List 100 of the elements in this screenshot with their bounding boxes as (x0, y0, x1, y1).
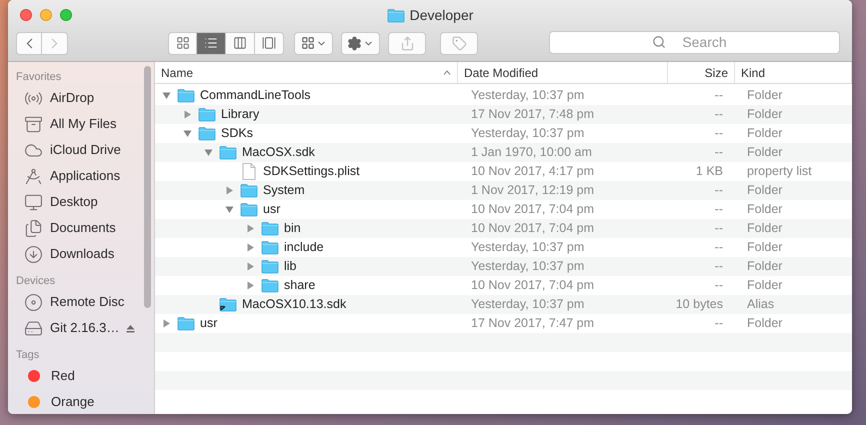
folder-icon (240, 202, 258, 217)
download-icon (24, 244, 43, 264)
column-header[interactable]: Name (155, 62, 458, 83)
file-name: Library (221, 106, 260, 124)
kind-cell-text: Folder (746, 277, 784, 294)
kind-cell-text: Folder (746, 182, 784, 200)
disc-icon (24, 292, 43, 312)
column-header[interactable]: Date Modified (458, 62, 668, 83)
zoom-button[interactable] (60, 9, 72, 21)
document-icon (242, 163, 256, 180)
sidebar-item[interactable]: Orange (51, 392, 94, 412)
kind-cell-text: Folder (746, 87, 784, 104)
alias-folder-icon (219, 297, 237, 312)
file-name: MacOSX.sdk (242, 144, 315, 162)
file-row[interactable]: System 1 Nov 2017, 12:19 pm -- Folder (155, 181, 852, 200)
column-header[interactable]: Size (668, 62, 735, 83)
file-row[interactable]: Library 17 Nov 2017, 7:48 pm -- Folder (155, 105, 852, 124)
back-button[interactable] (16, 32, 42, 54)
scrollbar[interactable] (144, 66, 151, 308)
arrange-menu-button[interactable] (294, 32, 333, 54)
column-header[interactable]: Kind (735, 62, 852, 83)
collapsed-triangle-icon[interactable] (246, 224, 255, 233)
collapsed-triangle-icon[interactable] (225, 186, 234, 195)
drive-icon (24, 318, 43, 338)
expanded-triangle-icon[interactable] (225, 205, 234, 214)
file-name: usr (263, 201, 280, 218)
documents-icon (24, 218, 43, 238)
date-cell-text: 10 Nov 2017, 7:04 pm (470, 277, 595, 294)
collapsed-triangle-icon[interactable] (246, 281, 255, 290)
file-row[interactable]: lib Yesterday, 10:37 pm -- Folder (155, 257, 852, 276)
kind-cell-text: Folder (746, 201, 784, 218)
columns-icon (233, 36, 247, 50)
kind-cell-text: Folder (746, 258, 784, 276)
sort-chevron-icon (443, 70, 451, 75)
collapsed-triangle-icon[interactable] (162, 319, 171, 328)
sidebar-item[interactable]: AirDrop (50, 88, 94, 108)
view-mode-button[interactable] (197, 32, 226, 54)
date-cell-text: 1 Jan 1970, 10:00 am (470, 144, 593, 162)
search-icon (652, 34, 666, 49)
tag-icon (452, 36, 466, 50)
close-button[interactable] (20, 9, 32, 21)
sidebar-item[interactable]: Git 2.16.3… (50, 318, 120, 338)
date-cell-text: 1 Nov 2017, 12:19 pm (470, 182, 595, 200)
gallery-icon (262, 36, 276, 50)
compass-icon (24, 166, 43, 186)
eject-icon[interactable] (126, 324, 136, 332)
size-cell-text: -- (714, 315, 724, 332)
collapsed-triangle-icon[interactable] (183, 110, 192, 119)
kind-cell-text: Folder (746, 315, 784, 332)
grid-icon (300, 36, 314, 50)
minimize-button[interactable] (40, 9, 52, 21)
folder-icon (177, 316, 195, 331)
folder-icon (261, 259, 279, 274)
date-cell-text: Yesterday, 10:37 pm (470, 239, 586, 256)
size-cell-text: -- (714, 201, 724, 218)
sidebar-section-title: Tags (16, 348, 40, 363)
sidebar-item[interactable]: Remote Disc (50, 292, 124, 312)
file-name: usr (200, 315, 218, 332)
folder-icon (198, 126, 216, 141)
folder-icon (198, 107, 216, 122)
file-row[interactable]: MacOSX10.13.sdk Yesterday, 10:37 pm 10 bytes Alias (155, 295, 852, 314)
expanded-triangle-icon[interactable] (204, 148, 213, 157)
kind-cell-text: Folder (746, 125, 784, 142)
sidebar-item[interactable]: All My Files (50, 114, 116, 134)
date-cell-text: 10 Nov 2017, 7:04 pm (470, 201, 595, 218)
file-name: lib (284, 258, 297, 276)
file-row[interactable]: bin 10 Nov 2017, 7:04 pm -- Folder (155, 219, 852, 238)
file-name: System (263, 182, 305, 200)
action-menu-button[interactable] (341, 32, 380, 54)
sidebar-item[interactable]: Desktop (50, 192, 98, 212)
folder-icon (261, 221, 279, 236)
sidebar-item[interactable]: Documents (50, 218, 116, 238)
sidebar-item[interactable]: iCloud Drive (50, 140, 121, 160)
view-mode-button[interactable] (226, 32, 255, 54)
view-mode-button[interactable] (168, 32, 197, 54)
file-name: share (284, 277, 316, 294)
kind-cell-text: Folder (746, 144, 784, 162)
file-name: MacOSX10.13.sdk (242, 296, 346, 314)
sidebar-item[interactable]: Applications (50, 166, 120, 186)
expanded-triangle-icon[interactable] (183, 129, 192, 138)
window-title: Developer (410, 6, 474, 25)
expanded-triangle-icon[interactable] (162, 91, 171, 100)
kind-cell-text: Folder (746, 220, 784, 238)
sidebar-section-title: Favorites (16, 70, 62, 85)
kind-cell-text: Folder (746, 106, 784, 124)
size-cell-text: -- (714, 182, 724, 200)
sidebar-item[interactable]: Downloads (50, 244, 114, 264)
monitor-icon (24, 192, 43, 212)
folder-icon (261, 240, 279, 255)
date-cell-text: 10 Nov 2017, 7:04 pm (470, 220, 595, 238)
size-cell-text: -- (714, 87, 724, 104)
collapsed-triangle-icon[interactable] (246, 262, 255, 271)
collapsed-triangle-icon[interactable] (246, 243, 255, 252)
sidebar-item[interactable]: Red (51, 366, 75, 386)
file-name: SDKs (221, 125, 253, 142)
view-mode-button[interactable] (255, 32, 284, 54)
file-row[interactable]: MacOSX.sdk 1 Jan 1970, 10:00 am -- Folder (155, 143, 852, 162)
search-field[interactable]: Search (549, 30, 840, 54)
size-cell-text: -- (714, 125, 724, 142)
kind-cell-text: Alias (746, 296, 776, 314)
